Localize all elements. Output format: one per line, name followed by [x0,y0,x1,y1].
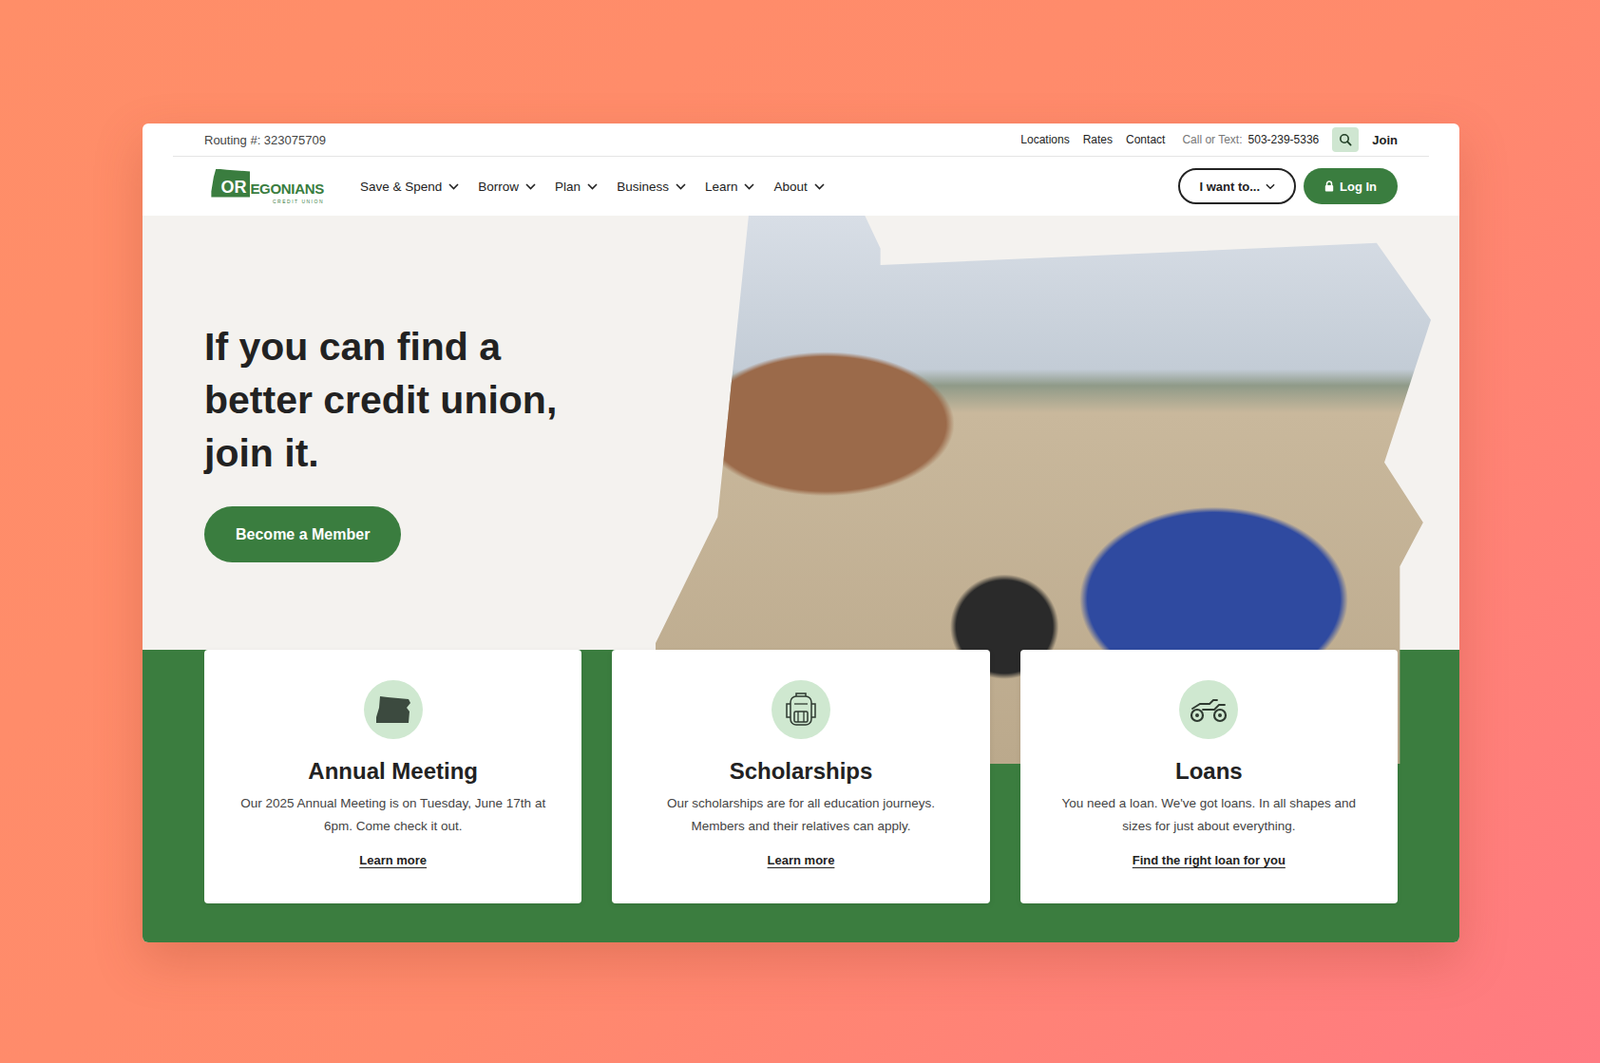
nav-item[interactable]: Learn [704,179,756,194]
nav-actions: I want to...Log In [1178,168,1398,205]
backpack-icon [782,690,820,729]
main-nav: OREGONIANSCREDIT UNION Save & Spend Borrow… [142,156,1460,216]
logo-subtitle: CREDIT UNION [272,198,324,205]
utility-link[interactable]: Locations [1020,133,1069,147]
utility-bar: Routing #: 323075709 Locations Rates Contac… [172,123,1429,157]
nav-item[interactable]: Save & Spend [360,179,459,194]
page-background: Routing #: 323075709 Locations Rates Contac… [0,0,1600,1063]
card-link[interactable]: Learn more [767,853,836,868]
feature-card: Loans You need a loan. We've got loans. I… [1020,649,1398,904]
utility-link[interactable]: Rates [1083,133,1113,147]
oregon-icon [374,694,413,725]
nav-item[interactable]: Borrow [477,179,536,194]
phone-number[interactable]: 503-239-5336 [1248,133,1320,147]
i-want-to-dropdown[interactable]: I want to... [1178,168,1296,205]
atv-icon [1188,695,1229,724]
routing-number: Routing #: 323075709 [204,133,326,148]
utility-link[interactable]: Contact [1125,133,1165,147]
card-text: Our scholarships are for all education j… [640,792,961,839]
chevron-down-icon [743,183,755,191]
feature-card: Scholarships Our scholarships are for all… [611,649,990,904]
nav-menu: Save & Spend Borrow Plan Business Learn About [360,179,825,194]
search-button[interactable] [1332,127,1359,153]
card-title: Loans [1175,758,1243,785]
nav-item[interactable]: Plan [554,179,598,194]
card-link[interactable]: Learn more [359,853,427,868]
chevron-down-icon [1265,183,1276,191]
card-link[interactable]: Find the right loan for you [1132,853,1286,868]
phone-label: Call or Text: [1181,133,1242,147]
hero-headline: If you can find abetter credit union,joi… [204,320,557,480]
chevron-down-icon [448,183,459,191]
lock-icon [1324,180,1334,192]
logo-mark: OR [210,169,250,198]
chevron-down-icon [587,183,598,191]
chevron-down-icon [525,183,536,191]
become-member-button[interactable]: Become a Member [204,506,401,563]
chevron-down-icon [814,183,825,191]
chevron-down-icon [675,183,686,191]
card-title: Annual Meeting [307,758,478,785]
logo[interactable]: OREGONIANSCREDIT UNION [204,169,324,205]
card-title: Scholarships [729,758,874,785]
website-window: Routing #: 323075709 Locations Rates Contac… [142,123,1460,943]
feature-card: Annual Meeting Our 2025 Annual Meeting is… [204,649,582,904]
search-icon [1338,133,1353,147]
card-text: Our 2025 Annual Meeting is on Tuesday, J… [232,792,553,839]
logo-name: EGONIANS [249,181,324,198]
login-button[interactable]: Log In [1303,168,1398,205]
card-text: You need a loan. We've got loans. In all… [1048,792,1370,839]
utility-links: Locations Rates Contact Call or Text: 503-23… [1020,127,1398,153]
nav-item[interactable]: About [773,179,824,194]
join-link[interactable]: Join [1371,133,1398,148]
feature-band: Annual Meeting Our 2025 Annual Meeting is… [142,649,1460,943]
nav-item[interactable]: Business [616,179,686,194]
